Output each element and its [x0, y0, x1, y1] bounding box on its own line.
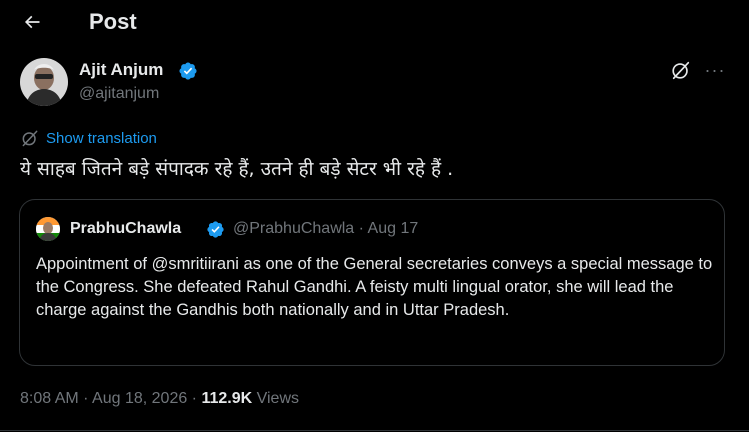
quoted-author-avatar[interactable] [36, 217, 60, 241]
tweet-timestamp[interactable]: 8:08 AM · Aug 18, 2026 · [20, 390, 201, 407]
divider [0, 430, 749, 431]
more-options-button[interactable]: ··· [704, 58, 726, 82]
quoted-tweet-card[interactable]: PrabhuChawla @PrabhuChawla · Aug 17 Appo… [19, 199, 725, 366]
arrow-left-icon [24, 15, 40, 29]
author-avatar[interactable] [20, 58, 68, 106]
views-label: Views [252, 390, 300, 407]
page-title: Post [89, 9, 137, 34]
more-horizontal-icon: ··· [704, 59, 726, 80]
author-name[interactable]: Ajit Anjum [79, 60, 163, 80]
quoted-author-name: PrabhuChawla [70, 220, 182, 237]
verified-badge-icon [178, 61, 198, 81]
show-translation-link[interactable]: Show translation [20, 128, 157, 148]
tweet-text: ये साहब जितने बड़े संपादक रहे हैं, उतने … [20, 158, 454, 180]
grok-icon [672, 61, 690, 80]
back-button[interactable] [16, 8, 48, 36]
quoted-verified-badge-icon [206, 220, 225, 239]
author-handle[interactable]: @ajitanjum [79, 84, 159, 104]
grok-button[interactable] [669, 58, 693, 82]
quoted-handle-date: @PrabhuChawla · Aug 17 [233, 220, 419, 237]
quoted-tweet-text: Appointment of @smritiirani as one of th… [36, 255, 713, 319]
translate-icon [22, 130, 38, 147]
show-translation-label: Show translation [46, 129, 157, 147]
views-count: 112.9K [201, 390, 253, 407]
tweet-meta: 8:08 AM · Aug 18, 2026 · 112.9K Views [20, 388, 299, 410]
